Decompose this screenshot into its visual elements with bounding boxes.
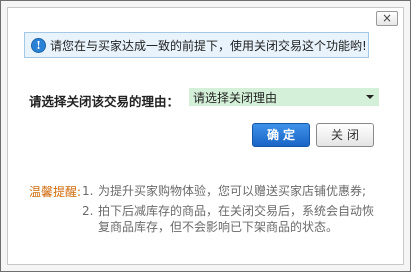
tip-text: 为提升买家购物体验，您可以赠送买家店铺优惠券; bbox=[98, 184, 367, 198]
tip-item: 1. 为提升买家购物体验，您可以赠送买家店铺优惠券; bbox=[82, 183, 382, 199]
tips-label: 温馨提醒: bbox=[29, 185, 82, 199]
dropdown-arrow-icon[interactable] bbox=[366, 95, 374, 99]
notice-text: 请您在与买家达成一致的前提下，使用关闭交易这个功能哟! bbox=[50, 38, 367, 53]
notice-banner: ! 请您在与买家达成一致的前提下，使用关闭交易这个功能哟! bbox=[24, 32, 369, 58]
tip-number: 2. bbox=[82, 204, 94, 218]
tip-text: 拍下后减库存的商品，在关闭交易后，系统会自动恢复商品库存，但不会影响已下架商品的… bbox=[98, 204, 375, 234]
reason-select[interactable]: 请选择关闭理由 bbox=[189, 88, 379, 106]
close-trade-dialog: × ! 请您在与买家达成一致的前提下，使用关闭交易这个功能哟! 请选择关闭该交易… bbox=[0, 0, 411, 272]
tip-item: 2. 拍下后减库存的商品，在关闭交易后，系统会自动恢复商品库存，但不会影响已下架… bbox=[82, 203, 382, 235]
tips-list: 1. 为提升买家购物体验，您可以赠送买家店铺优惠券; 2. 拍下后减库存的商品，… bbox=[82, 183, 382, 239]
tip-number: 1. bbox=[82, 184, 94, 198]
info-icon: ! bbox=[31, 37, 46, 53]
close-button[interactable]: × bbox=[376, 11, 398, 26]
confirm-button[interactable]: 确定 bbox=[252, 123, 310, 147]
cancel-button[interactable]: 关闭 bbox=[316, 123, 374, 147]
reason-label: 请选择关闭该交易的理由： bbox=[29, 94, 180, 109]
reason-select-value: 请选择关闭理由 bbox=[193, 90, 278, 105]
